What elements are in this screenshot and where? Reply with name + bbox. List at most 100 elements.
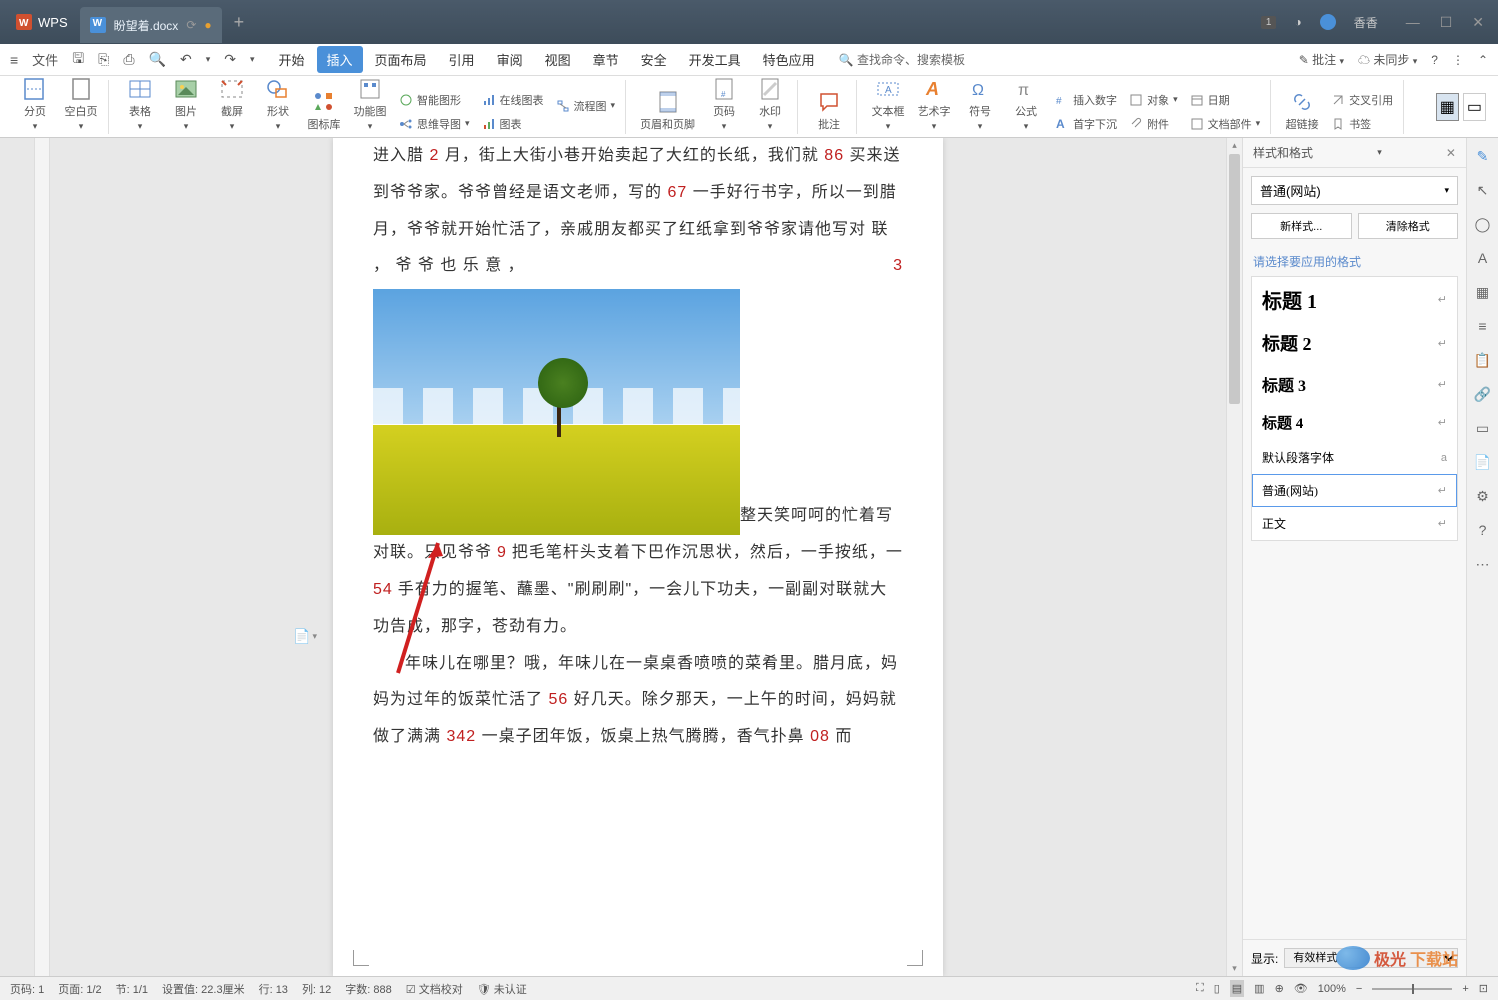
- show-filter-select[interactable]: 有效样式: [1284, 948, 1458, 968]
- tab-refresh-icon[interactable]: ⟳: [186, 18, 196, 32]
- side-shape-icon[interactable]: ◯: [1473, 214, 1493, 234]
- status-wordcount[interactable]: 字数: 888: [345, 981, 391, 997]
- style-body[interactable]: 正文↵: [1252, 507, 1457, 540]
- status-section[interactable]: 节: 1/1: [116, 981, 148, 997]
- watermark-button[interactable]: 水印▾: [751, 75, 789, 134]
- window-minimize-button[interactable]: —: [1406, 14, 1420, 31]
- document-body[interactable]: 进入腊 2 月，街上大街小巷开始卖起了大红的长纸，我们就 86 买来送到爷爷家。…: [373, 138, 903, 756]
- menu-chapter[interactable]: 章节: [583, 46, 629, 73]
- header-footer-button[interactable]: 页眉和页脚: [638, 88, 697, 134]
- style-default-font[interactable]: 默认段落字体a: [1252, 441, 1457, 474]
- status-page[interactable]: 页面: 1/2: [58, 981, 101, 997]
- current-style-select[interactable]: 普通(网站) ▾: [1251, 176, 1458, 205]
- pane-close-icon[interactable]: ✕: [1446, 146, 1456, 160]
- file-menu[interactable]: 文件: [32, 50, 58, 69]
- shapes-button[interactable]: 形状▾: [259, 75, 297, 134]
- formula-button[interactable]: π公式▾: [1007, 75, 1045, 134]
- side-clipboard-icon[interactable]: 📋: [1473, 350, 1493, 370]
- hyperlink-button[interactable]: 超链接: [1283, 88, 1321, 134]
- side-more-icon[interactable]: ⋯: [1473, 554, 1493, 574]
- zoom-in-icon[interactable]: +: [1462, 983, 1468, 995]
- view-outline-icon[interactable]: ▥: [1254, 982, 1264, 995]
- new-style-button[interactable]: 新样式...: [1251, 213, 1352, 239]
- flowchart-button[interactable]: 流程图 ▾: [554, 96, 618, 116]
- style-normal-web[interactable]: 普通(网站)↵: [1252, 474, 1457, 507]
- vertical-ruler[interactable]: [34, 138, 50, 976]
- insert-number-button[interactable]: #插入数字: [1053, 90, 1119, 110]
- zoom-slider[interactable]: [1372, 988, 1452, 990]
- undo-icon[interactable]: ↶: [180, 51, 192, 68]
- date-button[interactable]: 日期: [1188, 90, 1263, 110]
- save-icon[interactable]: 🖫: [72, 48, 84, 72]
- style-heading-1[interactable]: 标题 1↵: [1252, 277, 1457, 322]
- annotate-dropdown[interactable]: ✎ 批注 ▾: [1299, 51, 1344, 68]
- object-button[interactable]: 对象 ▾: [1127, 90, 1180, 110]
- menu-special[interactable]: 特色应用: [753, 46, 825, 73]
- print-preview-icon[interactable]: 🔍: [149, 51, 166, 68]
- sync-status[interactable]: ☁ 未同步 ▾: [1358, 51, 1417, 68]
- menu-review[interactable]: 审阅: [487, 46, 533, 73]
- function-chart-button[interactable]: 功能图▾: [351, 75, 389, 134]
- side-settings-icon[interactable]: ⚙: [1473, 486, 1493, 506]
- view-eye-icon[interactable]: 👁: [1294, 982, 1308, 995]
- wordart-button[interactable]: A艺术字▾: [915, 75, 953, 134]
- bookmark-button[interactable]: 书签: [1329, 114, 1395, 134]
- chart-button[interactable]: 图表: [480, 114, 546, 134]
- fit-page-icon[interactable]: ⊡: [1479, 982, 1488, 995]
- page-margin-note-icon[interactable]: 📄 ▾: [293, 628, 317, 645]
- redo-dropdown-icon[interactable]: ▾: [250, 54, 255, 65]
- document-scroll-area[interactable]: 📄 ▾ 进入腊 2 月，街上大街小巷开始卖起了大红的长纸，我们就 86 买来送到…: [50, 138, 1226, 976]
- new-tab-button[interactable]: +: [222, 12, 257, 33]
- picture-button[interactable]: 图片▾: [167, 75, 205, 134]
- side-styles-icon[interactable]: ✎: [1473, 146, 1493, 166]
- redo-icon[interactable]: ↷: [224, 51, 236, 68]
- dropcap-button[interactable]: A首字下沉: [1053, 114, 1119, 134]
- menu-references[interactable]: 引用: [439, 46, 485, 73]
- view-page-icon[interactable]: ▤: [1230, 980, 1244, 997]
- mindmap-button[interactable]: 思维导图 ▾: [397, 114, 472, 134]
- status-line[interactable]: 行: 13: [259, 981, 288, 997]
- table-button[interactable]: 表格▾: [121, 75, 159, 134]
- side-select-icon[interactable]: ↖: [1473, 180, 1493, 200]
- style-heading-4[interactable]: 标题 4↵: [1252, 404, 1457, 441]
- online-chart-button[interactable]: 在线图表: [480, 90, 546, 110]
- section-break-button[interactable]: 分页▾: [16, 75, 54, 134]
- side-page-icon[interactable]: ▭: [1473, 418, 1493, 438]
- symbol-button[interactable]: Ω符号▾: [961, 75, 999, 134]
- document-page[interactable]: 📄 ▾ 进入腊 2 月，街上大街小巷开始卖起了大红的长纸，我们就 86 买来送到…: [333, 138, 943, 976]
- menu-page-layout[interactable]: 页面布局: [365, 46, 437, 73]
- vertical-scrollbar[interactable]: ▴ ▾: [1226, 138, 1242, 976]
- ribbon-view-mode-2[interactable]: ▭: [1463, 93, 1486, 121]
- icon-library-button[interactable]: 图标库: [305, 88, 343, 134]
- theme-icon[interactable]: ◑: [1294, 15, 1301, 29]
- user-avatar-icon[interactable]: [1320, 14, 1336, 30]
- comment-button[interactable]: 批注: [810, 88, 848, 134]
- side-docs-icon[interactable]: 📄: [1473, 452, 1493, 472]
- smart-graphic-button[interactable]: 智能图形: [397, 90, 472, 110]
- style-heading-3[interactable]: 标题 3↵: [1252, 364, 1457, 404]
- menu-security[interactable]: 安全: [631, 46, 677, 73]
- side-link-icon[interactable]: 🔗: [1473, 384, 1493, 404]
- menu-insert[interactable]: 插入: [317, 46, 363, 73]
- hamburger-icon[interactable]: ≡: [10, 52, 18, 68]
- status-doc-check[interactable]: ☑ 文档校对: [406, 981, 463, 997]
- status-column[interactable]: 列: 12: [302, 981, 331, 997]
- zoom-out-icon[interactable]: −: [1356, 983, 1362, 995]
- collapse-ribbon-icon[interactable]: ⌃: [1478, 53, 1488, 67]
- window-close-button[interactable]: ✕: [1472, 14, 1484, 31]
- screenshot-button[interactable]: 截屏▾: [213, 75, 251, 134]
- view-web-icon[interactable]: ⊕: [1275, 982, 1284, 995]
- side-help-icon[interactable]: ?: [1473, 520, 1493, 540]
- status-not-verified[interactable]: 🛡 未认证: [477, 981, 527, 997]
- document-tab[interactable]: 盼望着.docx ⟳ ●: [80, 7, 222, 43]
- more-menu-icon[interactable]: ⋮: [1452, 53, 1464, 67]
- textbox-button[interactable]: A文本框▾: [869, 75, 907, 134]
- print-icon[interactable]: ⎙: [123, 51, 134, 68]
- user-name[interactable]: 香香: [1354, 14, 1378, 31]
- inline-image[interactable]: [373, 289, 740, 535]
- blank-page-button[interactable]: 空白页▾: [62, 75, 100, 134]
- cross-ref-button[interactable]: 交叉引用: [1329, 90, 1395, 110]
- side-outline-icon[interactable]: ≡: [1473, 316, 1493, 336]
- menu-start[interactable]: 开始: [269, 46, 315, 73]
- search-command[interactable]: 🔍 查找命令、搜索模板: [839, 51, 965, 68]
